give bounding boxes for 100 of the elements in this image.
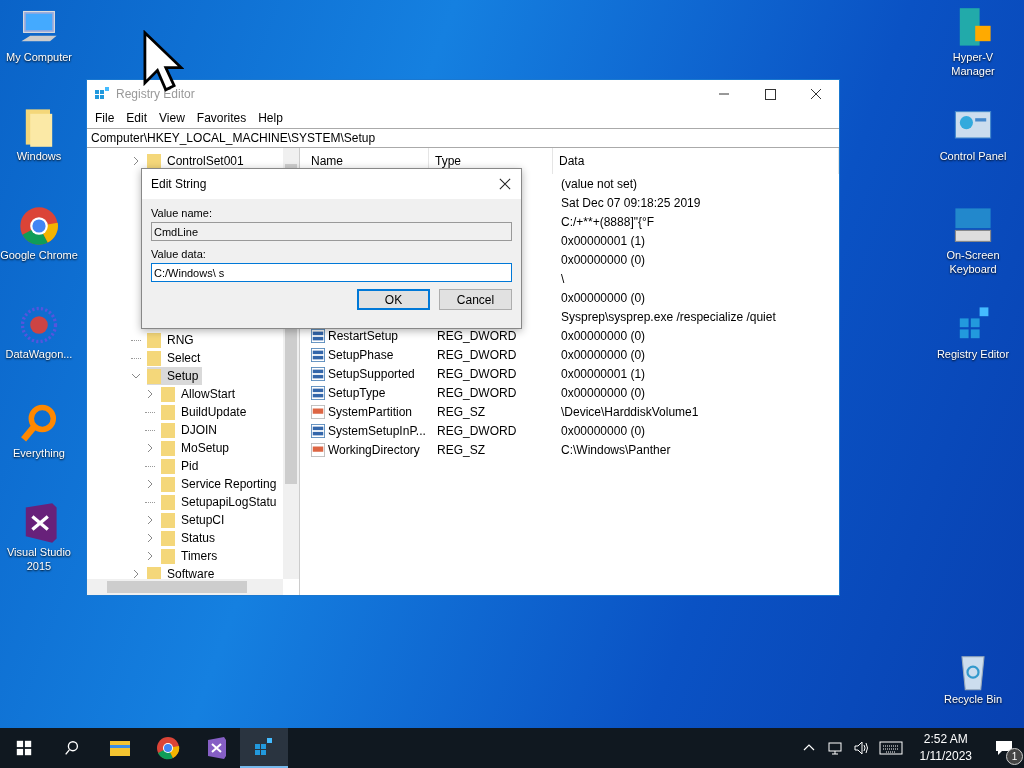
table-cell: SystemSetupInP... bbox=[328, 423, 426, 438]
browser-icon[interactable] bbox=[17, 204, 61, 248]
chevron-right-icon[interactable] bbox=[145, 389, 155, 399]
tree-item[interactable]: RNG bbox=[147, 331, 198, 349]
tree-item[interactable]: AllowStart bbox=[161, 385, 240, 403]
notification-icon[interactable] bbox=[994, 738, 1014, 758]
cubes-taskbar-button[interactable] bbox=[240, 728, 288, 768]
cubes-icon bbox=[94, 86, 110, 102]
tree-item[interactable]: Select bbox=[147, 349, 205, 367]
table-cell: 0x00000000 (0) bbox=[561, 252, 646, 267]
folder-icon bbox=[147, 332, 161, 348]
table-cell: REG_DWORD bbox=[437, 423, 517, 438]
desktop-icon-label[interactable]: Google Chrome bbox=[0, 248, 78, 262]
desktop-icon-label[interactable]: Control Panel bbox=[939, 149, 1007, 163]
table-cell: REG_SZ bbox=[437, 442, 485, 457]
tree-item[interactable]: ControlSet001 bbox=[147, 152, 248, 170]
close-icon[interactable] bbox=[499, 178, 511, 190]
table-cell: (value not set) bbox=[561, 176, 638, 191]
table-cell: RestartSetup bbox=[328, 328, 399, 343]
table-cell: C:/+**+(8888]"{°F bbox=[561, 214, 655, 229]
menu-item[interactable]: File bbox=[89, 111, 121, 125]
table-cell: SetupSupported bbox=[328, 366, 415, 381]
menu-item[interactable]: Help bbox=[252, 111, 289, 125]
folder-icon bbox=[161, 458, 175, 474]
binary-value-icon bbox=[311, 366, 325, 381]
dialog-title: Edit String bbox=[151, 177, 207, 191]
folder-icon bbox=[161, 530, 175, 546]
binary-value-icon bbox=[311, 347, 325, 362]
desktop-icon-label[interactable]: Recycle Bin bbox=[943, 692, 1003, 706]
clock-date[interactable]: 1/11/2023 bbox=[919, 748, 972, 765]
table-cell: SetupPhase bbox=[328, 347, 394, 362]
table-cell: 0x00000001 (1) bbox=[561, 233, 646, 248]
table-cell: SetupType bbox=[328, 385, 386, 400]
desktop-icon-label[interactable]: Registry Editor bbox=[936, 347, 1010, 361]
folder-icon bbox=[161, 422, 175, 438]
window-title: Registry Editor bbox=[116, 87, 195, 101]
horizontal-scrollbar[interactable] bbox=[87, 579, 283, 595]
binary-value-icon bbox=[311, 385, 325, 400]
table-cell: 0x00000000 (0) bbox=[561, 423, 646, 438]
table-cell: 0x00000001 (1) bbox=[561, 366, 646, 381]
chevron-right-icon[interactable] bbox=[131, 156, 141, 166]
desktop-icon-label[interactable]: On-Screen Keyboard bbox=[934, 248, 1012, 276]
table-cell: 0x00000000 (0) bbox=[561, 385, 646, 400]
clock-time[interactable]: 2:52 AM bbox=[923, 731, 968, 748]
ok-button[interactable]: OK bbox=[357, 289, 430, 310]
chevron-right-icon[interactable] bbox=[145, 443, 155, 453]
desktop-icon-label[interactable]: Hyper-V Manager bbox=[934, 50, 1012, 78]
desktop-icon-label[interactable]: Windows bbox=[16, 149, 62, 163]
notification-count: 1 bbox=[1006, 748, 1023, 765]
table-cell: 0x00000000 (0) bbox=[561, 347, 646, 362]
cancel-button[interactable]: Cancel bbox=[439, 289, 512, 310]
tree-item[interactable]: Timers bbox=[161, 547, 222, 565]
tree-item[interactable]: SetupapiLogStatu bbox=[161, 493, 281, 511]
table-cell: \ bbox=[561, 271, 565, 286]
tree-item[interactable]: Status bbox=[161, 529, 220, 547]
folder-icon bbox=[147, 368, 161, 384]
tree-item[interactable]: MoSetup bbox=[161, 439, 234, 457]
desktop-icon-label[interactable]: My Computer bbox=[6, 50, 72, 64]
table-cell: \Device\HarddiskVolume1 bbox=[561, 404, 699, 419]
chevron-right-icon[interactable] bbox=[145, 515, 155, 525]
value-name-field[interactable]: CmdLine bbox=[151, 222, 512, 241]
folder-icon bbox=[161, 404, 175, 420]
table-cell: WorkingDirectory bbox=[328, 442, 420, 457]
value-data-field[interactable]: C:/Windows\ s bbox=[151, 263, 512, 282]
keyboard-icon[interactable] bbox=[878, 741, 903, 755]
browser-icon bbox=[156, 736, 180, 760]
tree-item[interactable]: Setup bbox=[147, 367, 203, 385]
binary-value-icon bbox=[311, 423, 325, 438]
network-icon[interactable] bbox=[826, 740, 843, 756]
table-cell: REG_DWORD bbox=[437, 366, 517, 381]
tree-item[interactable]: SetupCI bbox=[161, 511, 229, 529]
chevron-right-icon[interactable] bbox=[131, 569, 141, 579]
menu-item[interactable]: Favorites bbox=[190, 111, 253, 125]
field-label: Value data: bbox=[151, 248, 207, 260]
folder-icon bbox=[161, 440, 175, 456]
table-cell: REG_DWORD bbox=[437, 347, 517, 362]
chevron-down-icon[interactable] bbox=[131, 371, 141, 381]
desktop-icon-label[interactable]: Everything bbox=[13, 446, 65, 460]
tree-item[interactable]: Pid bbox=[161, 457, 203, 475]
folder-icon bbox=[161, 494, 175, 510]
field-label: Value name: bbox=[151, 207, 213, 219]
tree-item[interactable]: DJOIN bbox=[161, 421, 221, 439]
chevron-right-icon[interactable] bbox=[145, 551, 155, 561]
table-cell: SystemPartition bbox=[328, 404, 413, 419]
string-value-icon bbox=[311, 442, 325, 457]
chevron-right-icon[interactable] bbox=[145, 479, 155, 489]
tree-item[interactable]: BuildUpdate bbox=[161, 403, 251, 421]
chevron-right-icon[interactable] bbox=[145, 533, 155, 543]
table-cell: 0x00000000 (0) bbox=[561, 328, 646, 343]
address-bar[interactable]: Computer\HKEY_LOCAL_MACHINE\SYSTEM\Setup bbox=[87, 128, 839, 148]
desktop-icon-label[interactable]: DataWagon... bbox=[5, 347, 73, 361]
speaker-icon[interactable] bbox=[852, 740, 869, 756]
tree-item[interactable]: Service Reporting bbox=[161, 475, 281, 493]
table-cell: Sat Dec 07 09:18:25 2019 bbox=[561, 195, 701, 210]
desktop-icon-label[interactable]: Visual Studio 2015 bbox=[0, 545, 78, 573]
menu-item[interactable]: View bbox=[153, 111, 191, 125]
table-cell: REG_DWORD bbox=[437, 385, 517, 400]
menu-item[interactable]: Edit bbox=[120, 111, 154, 125]
folder-icon bbox=[147, 350, 161, 366]
column-header[interactable]: Data bbox=[553, 148, 839, 174]
